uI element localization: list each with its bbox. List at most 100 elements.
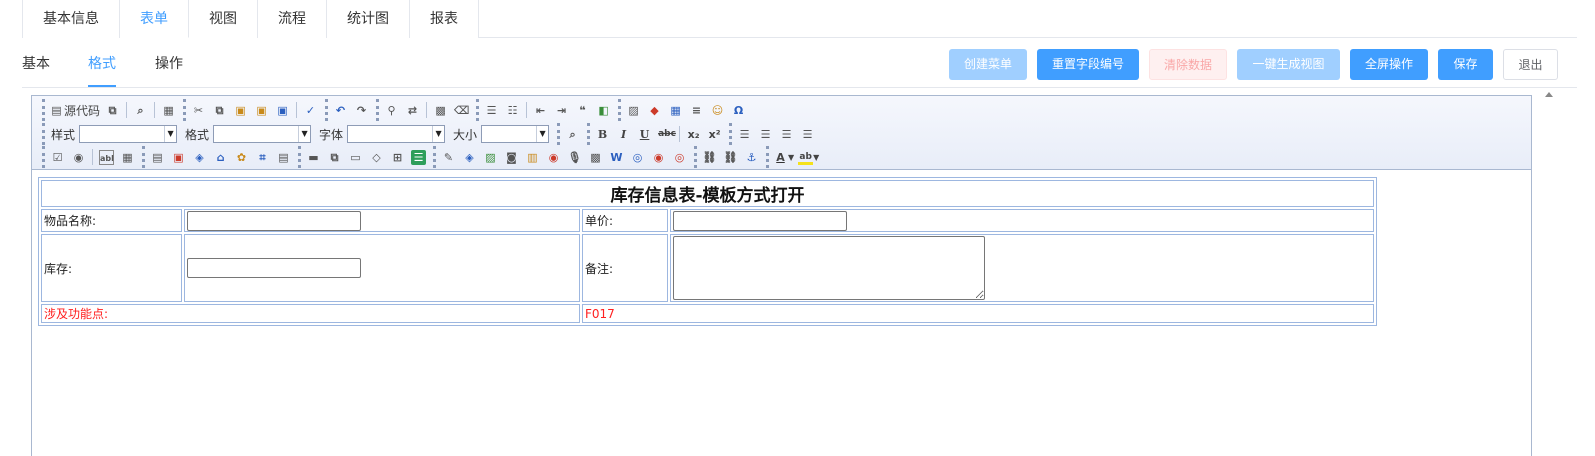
calc-control-button[interactable]: ⌗ [252,147,273,167]
checkbox-control-button[interactable]: ☑ [47,147,68,167]
outdent-button[interactable]: ⇤ [530,100,551,120]
cut-button[interactable]: ✂ [188,100,209,120]
tab-form[interactable]: 表单 [120,0,189,38]
user-select-button[interactable]: ◈ [189,147,210,167]
save-doc-button[interactable]: ⧉ [102,100,123,120]
align-justify-button[interactable]: ☰ [797,124,818,144]
flash-button[interactable]: ◆ [644,100,665,120]
style-combo[interactable]: ▼ [79,125,178,143]
subtab-format[interactable]: 格式 [88,48,116,87]
save-button[interactable]: 保存 [1438,49,1493,80]
macro-button[interactable]: ✿ [231,147,252,167]
select-all-button[interactable]: ▩ [430,100,451,120]
chart-control-button[interactable]: ▥ [522,147,543,167]
link-button[interactable]: ⛓ [699,147,720,167]
maximize-button[interactable]: ⌕ [562,124,583,144]
paste-button[interactable]: ▣ [230,100,251,120]
microphone-button[interactable]: 🎙 [564,147,585,167]
font-combo[interactable]: ▼ [347,125,446,143]
tab-workflow[interactable]: 流程 [258,0,327,38]
format-combo[interactable]: ▼ [213,125,312,143]
form-list-button[interactable]: ▤ [147,147,168,167]
spellcheck-button[interactable]: ✓ [300,100,321,120]
table-button[interactable]: ▦ [665,100,686,120]
tab-basic-info[interactable]: 基本信息 [22,0,120,38]
text-color-button[interactable]: A ▼ [771,147,796,167]
align-center-button[interactable]: ☰ [755,124,776,144]
word-button[interactable]: W [606,147,627,167]
radio-control-button[interactable]: ◉ [68,147,89,167]
item-name-input[interactable] [187,210,361,231]
bulleted-list-button[interactable]: ☷ [502,100,523,120]
anchor-button[interactable]: ⚓ [741,147,762,167]
map-control-button[interactable]: ◉ [543,147,564,167]
underline-button[interactable]: U [634,124,655,144]
templates-button[interactable]: ▦ [158,100,179,120]
size-combo[interactable]: ▼ [481,125,550,143]
subtab-basic[interactable]: 基本 [22,48,50,87]
paste-text-button[interactable]: ▣ [251,100,272,120]
subscript-button[interactable]: x₂ [683,124,704,144]
chrome-button[interactable]: ◉ [648,147,669,167]
signature-button[interactable]: ✎ [438,147,459,167]
fullscreen-button[interactable]: 全屏操作 [1350,49,1428,80]
layers-button[interactable]: ◈ [459,147,480,167]
superscript-button[interactable]: x² [704,124,725,144]
undo-button[interactable]: ↶ [330,100,351,120]
stock-input[interactable] [187,258,361,278]
unlink-button[interactable]: ⛓ [720,147,741,167]
indent-button[interactable]: ⇥ [551,100,572,120]
find-button[interactable]: ⚲ [381,100,402,120]
italic-button[interactable]: I [613,124,634,144]
qrcode-button[interactable]: ▩ [585,147,606,167]
source-code-button[interactable]: ▤ 源代码 [47,100,102,120]
picture-button[interactable]: ▨ [480,147,501,167]
unit-price-input[interactable] [673,210,847,231]
copy-button[interactable]: ⧉ [209,100,230,120]
list-select-button[interactable]: ☰ [408,147,429,167]
list-view-button[interactable]: ▤ [273,147,294,167]
date-control-button[interactable]: ▣ [168,147,189,167]
create-menu-button[interactable]: 创建菜单 [949,49,1027,80]
strikethrough-button[interactable]: abc [655,124,676,144]
camera-button[interactable]: ◙ [501,147,522,167]
grid-control-button[interactable]: ▦ [117,147,138,167]
subtab-operation[interactable]: 操作 [155,48,183,87]
query-control-button[interactable]: ⊞ [387,147,408,167]
html-control-button[interactable]: ◇ [366,147,387,167]
doc-control-button[interactable]: ▭ [345,147,366,167]
web-button[interactable]: ◎ [627,147,648,167]
line-control-button[interactable]: ▬ [303,147,324,167]
remarks-textarea[interactable] [673,236,985,300]
editor-content-area[interactable]: 库存信息表-模板方式打开 物品名称: 单价: 库存: 备注: 涉及功能点: F0… [32,171,1531,456]
align-left-button[interactable]: ☰ [734,124,755,144]
blockquote-button[interactable]: ❝ [572,100,593,120]
tab-report[interactable]: 报表 [410,0,479,38]
remove-format-button[interactable]: ⌫ [451,100,472,120]
bold-button[interactable]: B [592,124,613,144]
paste-word-button[interactable]: ▣ [272,100,293,120]
create-div-button[interactable]: ◧ [593,100,614,120]
horizontal-rule-button[interactable]: ≡ [686,100,707,120]
smiley-button[interactable]: ☺ [707,100,728,120]
one-click-generate-view-button[interactable]: 一键生成视图 [1237,49,1340,80]
stamp-button[interactable]: ◎ [669,147,690,167]
align-right-button[interactable]: ☰ [776,124,797,144]
special-char-button[interactable]: Ω [728,100,749,120]
clear-data-button[interactable]: 清除数据 [1149,49,1227,80]
image-button[interactable]: ▨ [623,100,644,120]
copy-control-button[interactable]: ⧉ [324,147,345,167]
bg-color-button[interactable]: ab ▼ [796,147,821,167]
textfield-control-button[interactable]: abl [96,147,117,167]
numbered-list-button[interactable]: ☰ [481,100,502,120]
preview-button[interactable]: ⌕ [130,100,151,120]
department-button[interactable]: ⌂ [210,147,231,167]
tab-statistics-chart[interactable]: 统计图 [327,0,410,38]
replace-button[interactable]: ⇄ [402,100,423,120]
scroll-up-arrow-icon[interactable] [1545,92,1553,97]
exit-button[interactable]: 退出 [1503,49,1558,80]
page-scrollbar[interactable] [1541,86,1558,456]
reset-field-numbers-button[interactable]: 重置字段编号 [1037,49,1139,80]
tab-view[interactable]: 视图 [189,0,258,38]
redo-button[interactable]: ↷ [351,100,372,120]
